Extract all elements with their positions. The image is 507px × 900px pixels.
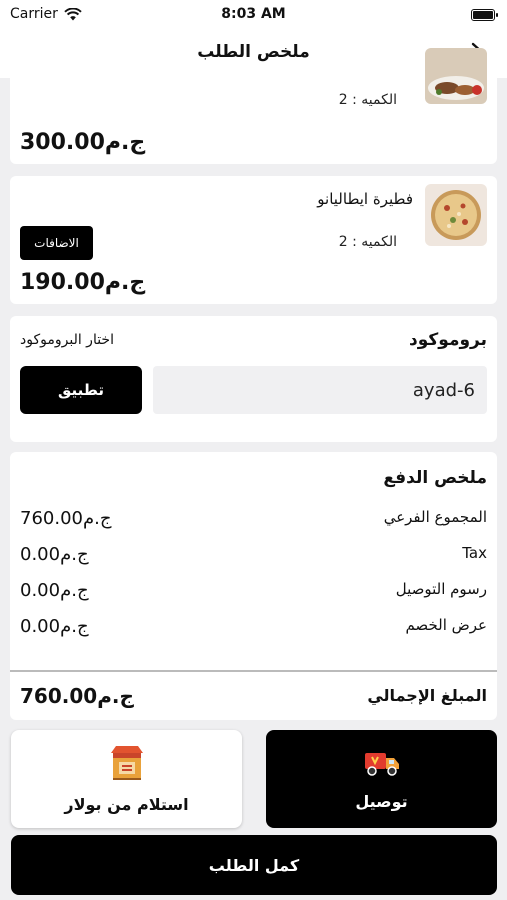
delivery-option[interactable]: توصيل: [266, 730, 497, 828]
battery-icon: [471, 9, 498, 21]
total-label: المبلغ الإجمالي: [367, 686, 487, 705]
status-bar: Carrier 8:03 AM: [0, 0, 507, 30]
promo-card: بروموكود اختار البروموكود تطبيق: [10, 316, 497, 442]
apply-promo-button[interactable]: تطبيق: [20, 366, 142, 414]
total-value: 760.00ج.م: [20, 684, 134, 708]
item-quantity: الكميه : 2: [338, 92, 397, 108]
subtotal-row: المجموع الفرعي 760.00ج.م: [20, 508, 487, 532]
item-price: 190.00ج.م: [20, 270, 146, 295]
pickup-option[interactable]: استلام من بولار: [11, 730, 242, 828]
row-value: 0.00ج.م: [20, 616, 89, 637]
item-image: [425, 48, 487, 104]
summary-title: ملخص الدفع: [383, 468, 487, 488]
cart-item-card[interactable]: الكميه : 2 300.00ج.م: [10, 48, 497, 164]
total-row: المبلغ الإجمالي 760.00ج.م: [20, 684, 487, 714]
status-time: 8:03 AM: [221, 6, 286, 22]
complete-order-button[interactable]: كمل الطلب: [11, 835, 497, 895]
delivery-fee-row: رسوم التوصيل 0.00ج.م: [20, 580, 487, 604]
tax-row: Tax 0.00ج.م: [20, 544, 487, 568]
pickup-label: استلام من بولار: [64, 794, 189, 814]
payment-summary-card: ملخص الدفع المجموع الفرعي 760.00ج.م Tax …: [10, 452, 497, 720]
row-label: Tax: [462, 544, 487, 562]
cart-item-card[interactable]: فطيرة ايطاليانو الكميه : 2 الاضافات 190.…: [10, 176, 497, 304]
row-value: 0.00ج.م: [20, 544, 89, 565]
divider: [10, 670, 497, 672]
addons-button[interactable]: الاضافات: [20, 226, 93, 260]
item-quantity: الكميه : 2: [338, 234, 397, 250]
delivery-truck-icon: [364, 752, 399, 776]
row-label: رسوم التوصيل: [395, 580, 487, 598]
item-name: فطيرة ايطاليانو: [317, 190, 413, 208]
delivery-label: توصيل: [355, 791, 408, 811]
row-value: 0.00ج.م: [20, 580, 89, 601]
discount-row: عرض الخصم 0.00ج.م: [20, 616, 487, 640]
row-value: 760.00ج.م: [20, 508, 112, 529]
row-label: عرض الخصم: [405, 616, 487, 634]
item-image: [425, 184, 487, 246]
promo-code-input[interactable]: [153, 366, 487, 414]
choose-promo-link[interactable]: اختار البروموكود: [20, 332, 114, 348]
row-label: المجموع الفرعي: [383, 508, 487, 526]
promo-title: بروموكود: [409, 330, 487, 350]
item-price: 300.00ج.م: [20, 130, 146, 155]
store-icon: [110, 745, 143, 780]
